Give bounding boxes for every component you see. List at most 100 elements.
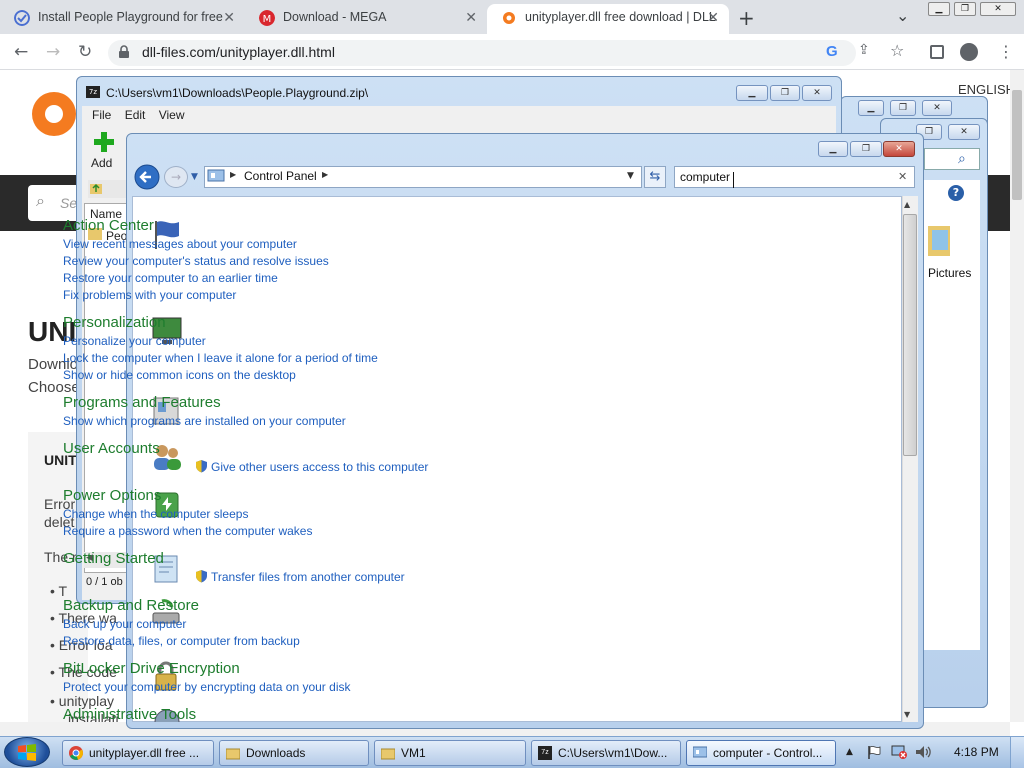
clock[interactable]: 4:18 PM bbox=[954, 745, 999, 759]
category-link[interactable]: Lock the computer when I leave it alone … bbox=[63, 351, 378, 365]
action-center-flag-icon[interactable] bbox=[866, 744, 882, 760]
volume-icon[interactable] bbox=[914, 744, 932, 760]
taskbar-chrome[interactable]: unityplayer.dll free ... bbox=[62, 740, 214, 766]
category-link[interactable]: Require a password when the computer wak… bbox=[63, 524, 312, 538]
explorer-search-box[interactable] bbox=[924, 148, 980, 170]
7zip-close-button[interactable]: ✕ bbox=[802, 85, 832, 101]
category-title[interactable]: Getting Started bbox=[63, 550, 164, 567]
tab-dll-files[interactable]: unityplayer.dll free download | DLL ✕ bbox=[487, 4, 729, 34]
search-icon[interactable]: ⌕ bbox=[958, 151, 966, 167]
help-icon[interactable]: ? bbox=[948, 185, 964, 201]
cp-minimize-button[interactable]: ▁ bbox=[818, 141, 848, 157]
category-title[interactable]: Action Center bbox=[63, 217, 154, 234]
close-tab-icon[interactable]: ✕ bbox=[707, 4, 719, 30]
category-link[interactable]: View recent messages about your computer bbox=[63, 237, 297, 251]
taskbar-control-panel[interactable]: computer - Control... bbox=[686, 740, 836, 766]
pictures-folder-icon[interactable] bbox=[926, 220, 952, 264]
category-link[interactable]: Protect your computer by encrypting data… bbox=[63, 680, 350, 694]
category-link[interactable]: Restore data, files, or computer from ba… bbox=[63, 634, 300, 648]
cp-search-value[interactable]: computer bbox=[680, 170, 730, 184]
restore-button[interactable]: ❐ bbox=[954, 2, 976, 16]
cp-scroll-thumb[interactable] bbox=[903, 214, 917, 456]
tab-mega[interactable]: M Download - MEGA ✕ bbox=[245, 4, 487, 34]
refresh-icon[interactable]: ⇆ bbox=[644, 166, 666, 188]
side-panel-icon[interactable] bbox=[930, 45, 944, 59]
category-link[interactable]: Transfer files from another computer bbox=[211, 570, 405, 584]
bookmark-star-icon[interactable]: ☆ bbox=[890, 41, 904, 60]
add-icon[interactable] bbox=[92, 130, 116, 154]
url-text[interactable]: dll-files.com/unityplayer.dll.html bbox=[142, 44, 335, 60]
recent-pages-chevron-icon[interactable]: ▼ bbox=[191, 172, 198, 182]
show-desktop-button[interactable] bbox=[1010, 737, 1024, 768]
back-icon[interactable]: ← bbox=[14, 42, 28, 62]
category-title[interactable]: Administrative Tools bbox=[63, 706, 196, 723]
breadcrumb-arrow-icon[interactable]: ▶ bbox=[230, 170, 236, 179]
category-title[interactable]: Backup and Restore bbox=[63, 597, 199, 614]
forward-arrow-icon[interactable]: → bbox=[164, 166, 188, 188]
7zip-minimize-button[interactable]: ▁ bbox=[736, 85, 768, 101]
tab-search-button[interactable]: ⌄ bbox=[896, 6, 909, 25]
category-title[interactable]: Power Options bbox=[63, 487, 161, 504]
breadcrumb[interactable]: Control Panel bbox=[244, 169, 317, 183]
category-link[interactable]: Show which programs are installed on you… bbox=[63, 414, 346, 428]
forward-icon[interactable]: → bbox=[46, 42, 60, 62]
breadcrumb-arrow-icon[interactable]: ▶ bbox=[322, 170, 328, 179]
close-window-button[interactable]: ✕ bbox=[980, 2, 1016, 16]
tab-people-playground[interactable]: Install People Playground for free ✕ bbox=[0, 4, 245, 34]
category-title[interactable]: Programs and Features bbox=[63, 394, 221, 411]
pictures-label[interactable]: Pictures bbox=[928, 266, 971, 280]
category-link[interactable]: Back up your computer bbox=[63, 617, 186, 631]
menu-view[interactable]: View bbox=[159, 108, 185, 122]
close-tab-icon[interactable]: ✕ bbox=[465, 4, 477, 30]
explorer-maximize-button[interactable]: ❐ bbox=[890, 100, 916, 116]
scroll-up-icon[interactable]: ▲ bbox=[904, 200, 910, 209]
browser-menu-icon[interactable]: ⋮ bbox=[998, 42, 1014, 61]
minimize-button[interactable]: ▁ bbox=[928, 2, 950, 16]
explorer-minimize-button[interactable]: ▁ bbox=[858, 100, 884, 116]
reload-icon[interactable]: ↻ bbox=[78, 42, 92, 62]
control-panel-icon bbox=[693, 746, 707, 758]
new-tab-button[interactable]: + bbox=[738, 6, 755, 30]
taskbar-downloads[interactable]: Downloads bbox=[219, 740, 369, 766]
taskbar-7zip[interactable]: 7z C:\Users\vm1\Dow... bbox=[531, 740, 681, 766]
category-link[interactable]: Review your computer's status and resolv… bbox=[63, 254, 329, 268]
address-dropdown-icon[interactable]: ▼ bbox=[627, 171, 634, 181]
menu-edit[interactable]: Edit bbox=[125, 108, 146, 122]
clear-search-icon[interactable]: ✕ bbox=[898, 170, 907, 183]
search-icon[interactable]: ⌕ bbox=[36, 191, 45, 211]
category-link[interactable]: Personalize your computer bbox=[63, 334, 206, 348]
show-hidden-icons-icon[interactable]: ▲ bbox=[846, 747, 853, 757]
category-link[interactable]: Give other users access to this computer bbox=[211, 460, 428, 474]
category-link[interactable]: Change when the computer sleeps bbox=[63, 507, 248, 521]
lock-icon[interactable] bbox=[118, 45, 130, 59]
google-lens-icon[interactable]: G bbox=[826, 43, 838, 60]
tab-favicon-icon bbox=[14, 10, 30, 26]
7zip-menubar: File Edit View bbox=[92, 108, 185, 122]
add-label[interactable]: Add bbox=[91, 156, 112, 170]
share-icon[interactable]: ⇪ bbox=[858, 42, 870, 58]
category-title[interactable]: Personalization bbox=[63, 314, 166, 331]
gear-favicon-icon bbox=[503, 12, 515, 24]
close-tab-icon[interactable]: ✕ bbox=[223, 4, 235, 30]
network-icon[interactable] bbox=[890, 744, 908, 760]
category-link[interactable]: Fix problems with your computer bbox=[63, 288, 236, 302]
language-selector[interactable]: ENGLISH bbox=[958, 82, 1010, 97]
explorer-close-button[interactable]: ✕ bbox=[922, 100, 952, 116]
category-title[interactable]: User Accounts bbox=[63, 440, 160, 457]
cp-close-button[interactable]: ✕ bbox=[883, 141, 915, 157]
category-link[interactable]: Restore your computer to an earlier time bbox=[63, 271, 278, 285]
7zip-maximize-button[interactable]: ❐ bbox=[770, 85, 800, 101]
category-link[interactable]: Show or hide common icons on the desktop bbox=[63, 368, 296, 382]
back-arrow-icon[interactable] bbox=[134, 164, 162, 190]
folder-up-icon[interactable] bbox=[89, 181, 103, 195]
cp-maximize-button[interactable]: ❐ bbox=[850, 141, 882, 157]
category-title[interactable]: BitLocker Drive Encryption bbox=[63, 660, 240, 677]
explorer2-close-button[interactable]: ✕ bbox=[948, 124, 980, 140]
taskbar-label: computer - Control... bbox=[713, 746, 823, 760]
windows-logo-icon[interactable] bbox=[17, 743, 37, 761]
page-scroll-thumb[interactable] bbox=[1012, 90, 1022, 200]
profile-avatar[interactable] bbox=[960, 43, 978, 61]
scroll-down-icon[interactable]: ▼ bbox=[904, 710, 910, 719]
taskbar-vm1[interactable]: VM1 bbox=[374, 740, 526, 766]
menu-file[interactable]: File bbox=[92, 108, 111, 122]
